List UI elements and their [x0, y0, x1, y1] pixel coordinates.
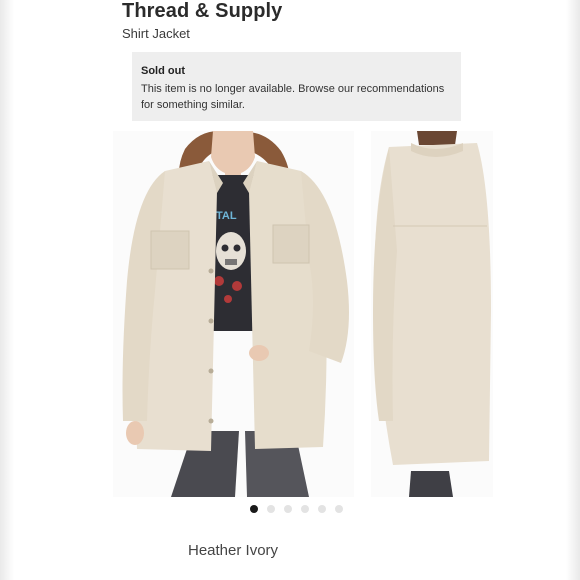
- brand-link[interactable]: Thread & Supply: [122, 0, 282, 22]
- product-image-front[interactable]: TAL: [113, 131, 354, 497]
- sold-out-notice: Sold out This item is no longer availabl…: [132, 52, 461, 121]
- product-image-gallery[interactable]: TAL: [113, 131, 493, 501]
- product-name: Shirt Jacket: [122, 26, 190, 41]
- model-front-illustration: TAL: [122, 131, 349, 497]
- gallery-dot-3[interactable]: [284, 505, 292, 513]
- selected-color-label: Heather Ivory: [188, 542, 279, 559]
- model-back-illustration: [373, 131, 491, 497]
- notice-text: This item is no longer available. Browse…: [141, 83, 445, 111]
- gallery-pagination: [250, 505, 343, 513]
- product-image-back[interactable]: [371, 131, 493, 497]
- gallery-dot-6[interactable]: [335, 505, 343, 513]
- gallery-dot-4[interactable]: [301, 505, 309, 513]
- notice-title: Sold out: [141, 65, 185, 77]
- svg-text:TAL: TAL: [216, 210, 237, 222]
- frame-edge-right: [566, 0, 580, 580]
- gallery-dot-1[interactable]: [250, 505, 258, 513]
- gallery-dot-2[interactable]: [267, 505, 275, 513]
- gallery-dot-5[interactable]: [318, 505, 326, 513]
- frame-edge-left: [0, 0, 14, 580]
- product-header: Thread & Supply Shirt Jacket: [122, 0, 282, 42]
